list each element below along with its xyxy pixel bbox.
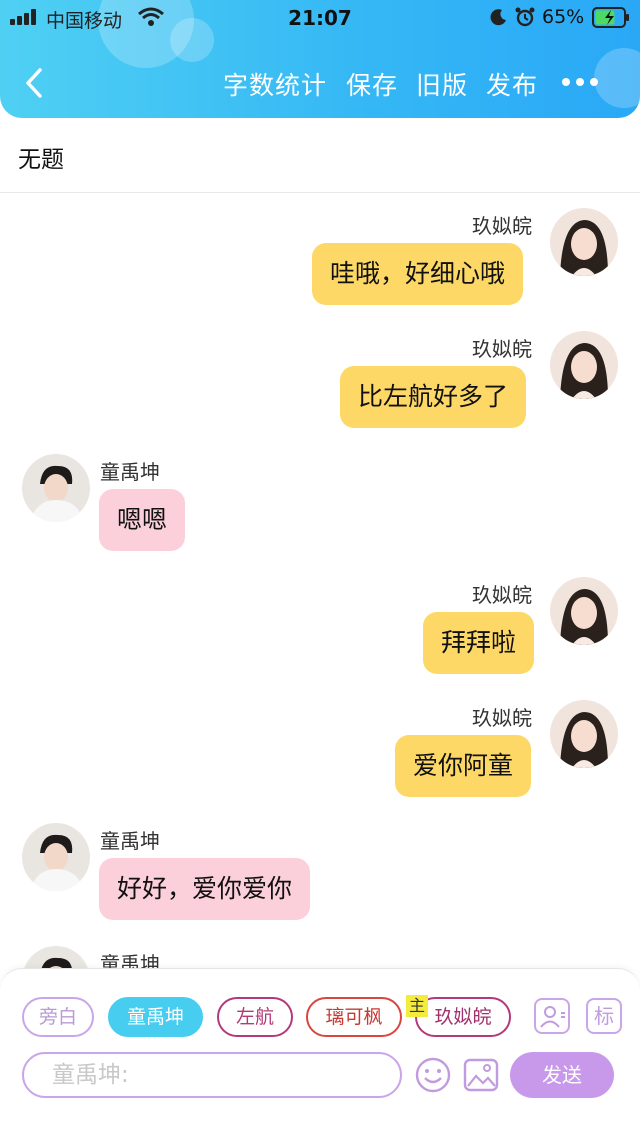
document-title[interactable]: 无题 [18, 140, 64, 174]
message-bubble[interactable]: 哇哦，好细心哦 [312, 243, 524, 305]
status-bar: 中国移动 21:07 65% [0, 0, 640, 36]
role-chip-zuohang[interactable]: 左航 [217, 997, 293, 1037]
moon-icon [490, 9, 506, 26]
alarm-icon [515, 7, 535, 27]
emoji-icon[interactable] [414, 1056, 452, 1094]
avatar-male[interactable] [22, 946, 90, 969]
manage-roles-button[interactable] [534, 998, 570, 1034]
avatar-female[interactable] [550, 577, 618, 645]
label-button[interactable]: 标 [586, 998, 622, 1034]
save-button[interactable]: 保存 [346, 66, 398, 102]
sender-name: 童禹坤 [100, 829, 160, 853]
battery-icon [592, 7, 629, 28]
publish-button[interactable]: 发布 [486, 66, 538, 102]
role-chip-likefeng[interactable]: 璃可枫 [306, 997, 402, 1037]
avatar-female[interactable] [550, 331, 618, 399]
decor-bubble [594, 48, 640, 108]
sender-name: 童禹坤 [100, 460, 160, 484]
avatar-female[interactable] [550, 208, 618, 276]
avatar-male[interactable] [22, 823, 90, 891]
sender-name: 玖姒皖 [472, 583, 532, 607]
person-icon [540, 1006, 565, 1028]
more-dots-icon[interactable] [560, 73, 600, 93]
role-chip-jiusiwan[interactable]: 玖姒皖 [415, 997, 511, 1037]
message-bubble[interactable]: 嗯嗯 [99, 489, 186, 551]
role-chip-tongyukun[interactable]: 童禹坤 [108, 997, 203, 1037]
avatar-male[interactable] [22, 454, 90, 522]
message-bubble[interactable]: 比左航好多了 [340, 366, 527, 428]
role-chip-narrator[interactable]: 旁白 [22, 997, 94, 1037]
message-bubble[interactable]: 拜拜啦 [423, 612, 535, 674]
composer-panel: 旁白 童禹坤 左航 璃可枫 玖姒皖 主 标 童禹坤: 发送 [0, 968, 640, 1139]
document-title-bar[interactable]: 无题 [0, 118, 640, 193]
battery-percentage: 65% [542, 6, 585, 28]
message-bubble[interactable]: 好好，爱你爱你 [99, 858, 311, 920]
send-button[interactable]: 发送 [510, 1052, 614, 1098]
chevron-left-icon[interactable] [20, 64, 50, 102]
sender-name: 玖姒皖 [472, 337, 532, 361]
message-bubble[interactable]: 爱你阿童 [395, 735, 532, 797]
chat-list[interactable]: 玖姒皖 哇哦，好细心哦 玖姒皖 比左航好多了 童禹坤 嗯嗯 玖姒皖 拜拜啦 玖姒… [0, 194, 640, 969]
sender-name: 玖姒皖 [472, 214, 532, 238]
image-icon[interactable] [462, 1056, 500, 1094]
main-role-badge: 主 [406, 995, 428, 1017]
sender-name: 玖姒皖 [472, 706, 532, 730]
message-input[interactable]: 童禹坤: [22, 1052, 402, 1098]
word-count-button[interactable]: 字数统计 [223, 66, 327, 102]
avatar-female[interactable] [550, 700, 618, 768]
sender-name: 童禹坤 [100, 952, 160, 969]
old-version-button[interactable]: 旧版 [416, 66, 468, 102]
app-header: 中国移动 21:07 65% 字数统计 保存 旧版 发布 [0, 0, 640, 118]
